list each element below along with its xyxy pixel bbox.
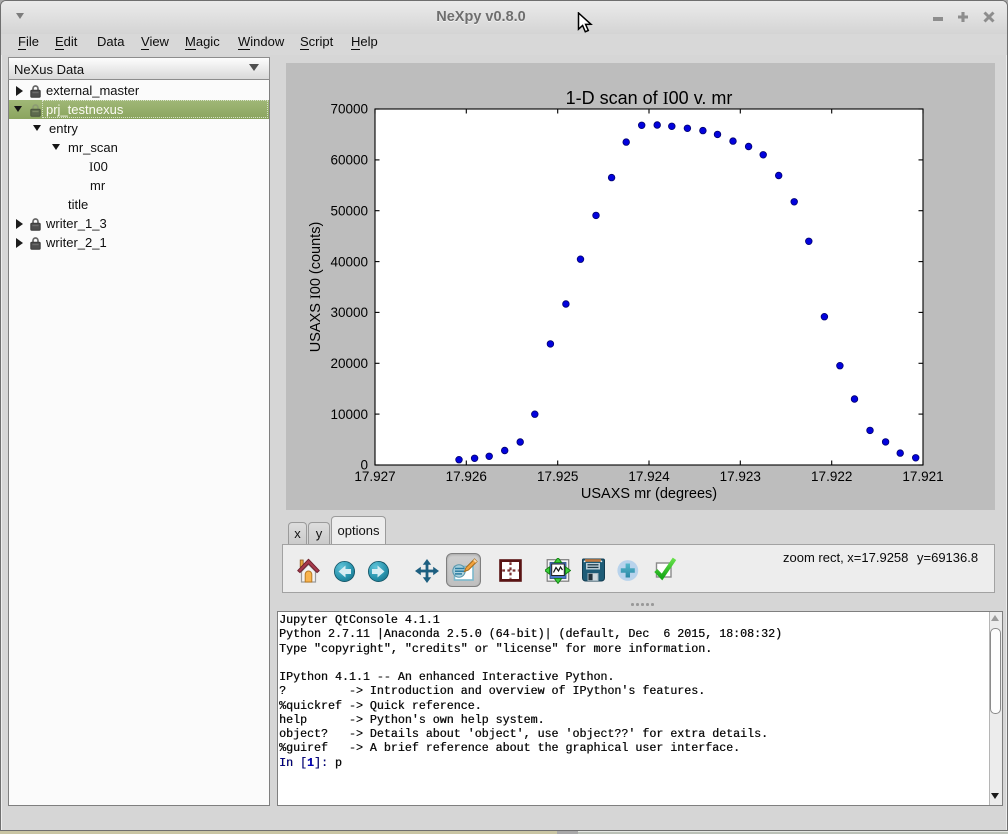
svg-text:40000: 40000: [330, 254, 368, 269]
svg-text:17.921: 17.921: [902, 469, 943, 484]
svg-text:17.924: 17.924: [628, 469, 670, 484]
svg-text:USAXS mr (degrees): USAXS mr (degrees): [581, 486, 717, 502]
svg-text:0: 0: [360, 458, 368, 473]
svg-text:30000: 30000: [330, 305, 368, 320]
svg-text:USAXS I00 (counts): USAXS I00 (counts): [308, 222, 324, 353]
svg-text:20000: 20000: [330, 356, 368, 371]
svg-text:17.925: 17.925: [537, 469, 578, 484]
svg-text:70000: 70000: [330, 102, 368, 117]
svg-text:50000: 50000: [330, 203, 368, 218]
svg-text:17.922: 17.922: [811, 469, 852, 484]
svg-text:10000: 10000: [330, 407, 368, 422]
svg-text:1-D scan of I00 v. mr: 1-D scan of I00 v. mr: [566, 88, 733, 108]
svg-text:17.926: 17.926: [446, 469, 487, 484]
svg-text:17.923: 17.923: [720, 469, 761, 484]
svg-text:60000: 60000: [330, 153, 368, 168]
